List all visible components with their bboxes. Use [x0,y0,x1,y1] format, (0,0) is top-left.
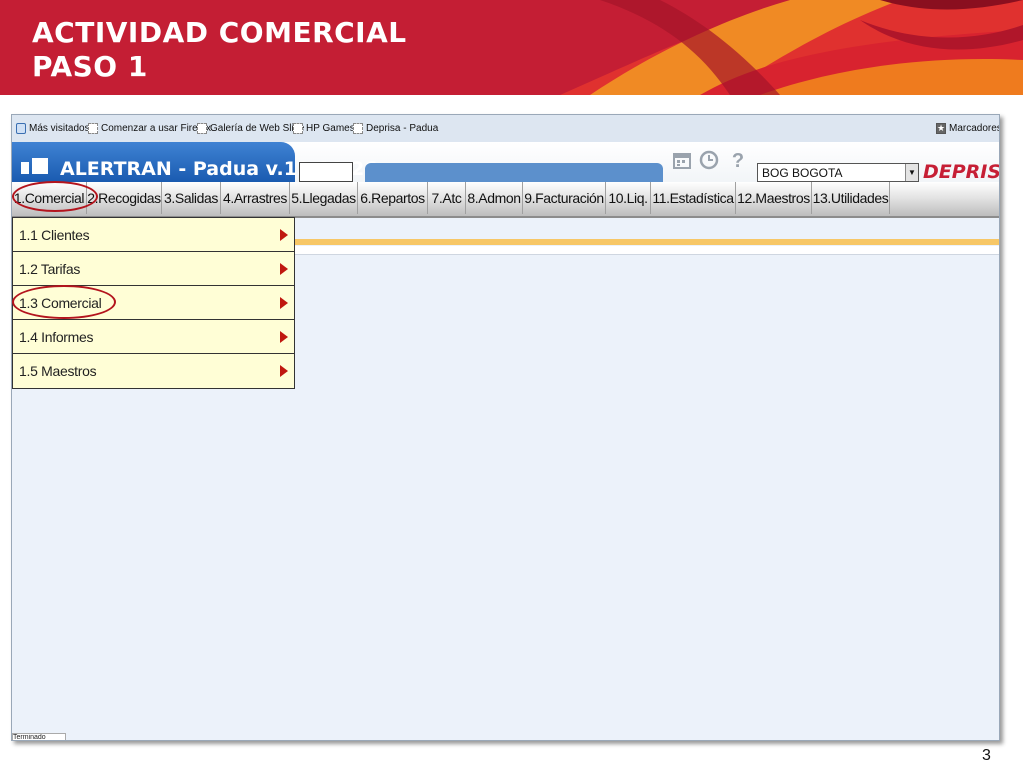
menu-repartos[interactable]: 6.Repartos [358,182,428,214]
submenu-arrow-icon [280,297,288,309]
brand-logo: DEPRISA [923,161,1000,183]
app-title-tab: ALERTRAN - Padua v.12.11.26 [12,142,378,182]
menu-salidas[interactable]: 3.Salidas [162,182,221,214]
bookmark-deprisa-padua[interactable]: Deprisa - Padua [353,122,438,135]
menu-estadistica[interactable]: 11.Estadística [651,182,736,214]
submenu-item-label: 1.4 Informes [19,329,94,345]
orange-stripe [295,239,999,245]
bookmarks-menu-button[interactable]: ★ Marcadores [936,122,1000,135]
content-top-stripe [295,246,999,255]
bookmarks-toolbar: Más visitados Comenzar a usar Firefox Ga… [12,115,999,143]
slide-title-line1: ACTIVIDAD COMERCIAL [32,16,407,49]
calendar-icon[interactable] [671,150,693,172]
bookmark-icon [293,123,303,134]
bookmarks-menu-label: Marcadores [949,123,1000,134]
bookmarks-star-icon: ★ [936,123,946,134]
bookmark-label: Galería de Web Slice [210,123,305,134]
menu-arrastres[interactable]: 4.Arrastres [221,182,290,214]
submenu-item-maestros[interactable]: 1.5 Maestros [13,354,294,388]
app-header: ALERTRAN - Padua v.12.11.26 ? BOG BOGOTA… [12,142,999,182]
menu-atc[interactable]: 7.Atc [428,182,466,214]
menu-llegadas[interactable]: 5.Llegadas [290,182,358,214]
bookmark-icon [197,123,207,134]
menu-recogidas[interactable]: 2.Recogidas [87,182,162,214]
help-icon[interactable]: ? [727,150,749,172]
submenu-item-tarifas[interactable]: 1.2 Tarifas [13,252,294,286]
slide-page-number: 3 [982,747,991,764]
menu-utilidades[interactable]: 13.Utilidades [812,182,890,214]
submenu-item-label: 1.2 Tarifas [19,261,81,277]
menu-facturacion[interactable]: 9.Facturación [523,182,606,214]
status-bar-tab: Terminado [12,733,66,740]
submenu-item-label: 1.1 Clientes [19,227,90,243]
bookmark-label: Deprisa - Padua [366,123,439,134]
chevron-down-icon: ▼ [905,164,918,181]
header-blue-bar [365,163,663,182]
bookmark-label: Más visitados [29,123,90,134]
bookmark-most-visited[interactable]: Más visitados [16,122,90,135]
menu-maestros[interactable]: 12.Maestros [736,182,812,214]
application-screenshot: Más visitados Comenzar a usar Firefox Ga… [11,114,1000,741]
menu-liq[interactable]: 10.Liq. [606,182,651,214]
app-header-input[interactable] [299,162,353,182]
main-menu-bar: 1.Comercial 2.Recogidas 3.Salidas 4.Arra… [12,182,999,218]
submenu-item-informes[interactable]: 1.4 Informes [13,320,294,354]
most-visited-icon [16,123,26,134]
slide-title-line2: PASO 1 [32,50,148,83]
bookmark-web-slice[interactable]: Galería de Web Slice [197,122,304,135]
city-select-value: BOG BOGOTA [762,166,843,180]
submenu-arrow-icon [280,229,288,241]
city-select[interactable]: BOG BOGOTA ▼ [757,163,919,182]
submenu-arrow-icon [280,365,288,377]
submenu-item-label: 1.5 Maestros [19,363,97,379]
bookmark-icon [353,123,363,134]
submenu-arrow-icon [280,331,288,343]
slide-title: ACTIVIDAD COMERCIAL PASO 1 [32,16,407,84]
bookmark-label: HP Games [306,123,355,134]
menu-admon[interactable]: 8.Admon [466,182,523,214]
bookmark-icon [88,123,98,134]
submenu-arrow-icon [280,263,288,275]
highlight-circle-submenu-comercial [12,285,116,319]
bookmark-firefox-start[interactable]: Comenzar a usar Firefox [88,122,211,135]
submenu-item-clientes[interactable]: 1.1 Clientes [13,218,294,252]
app-logo-icon [21,158,49,176]
highlight-circle-menu-comercial [12,181,98,212]
clock-icon[interactable] [698,150,720,172]
slide-header-banner: ACTIVIDAD COMERCIAL PASO 1 [0,0,1023,95]
bookmark-hp-games[interactable]: HP Games [293,122,355,135]
bookmark-label: Comenzar a usar Firefox [101,123,212,134]
